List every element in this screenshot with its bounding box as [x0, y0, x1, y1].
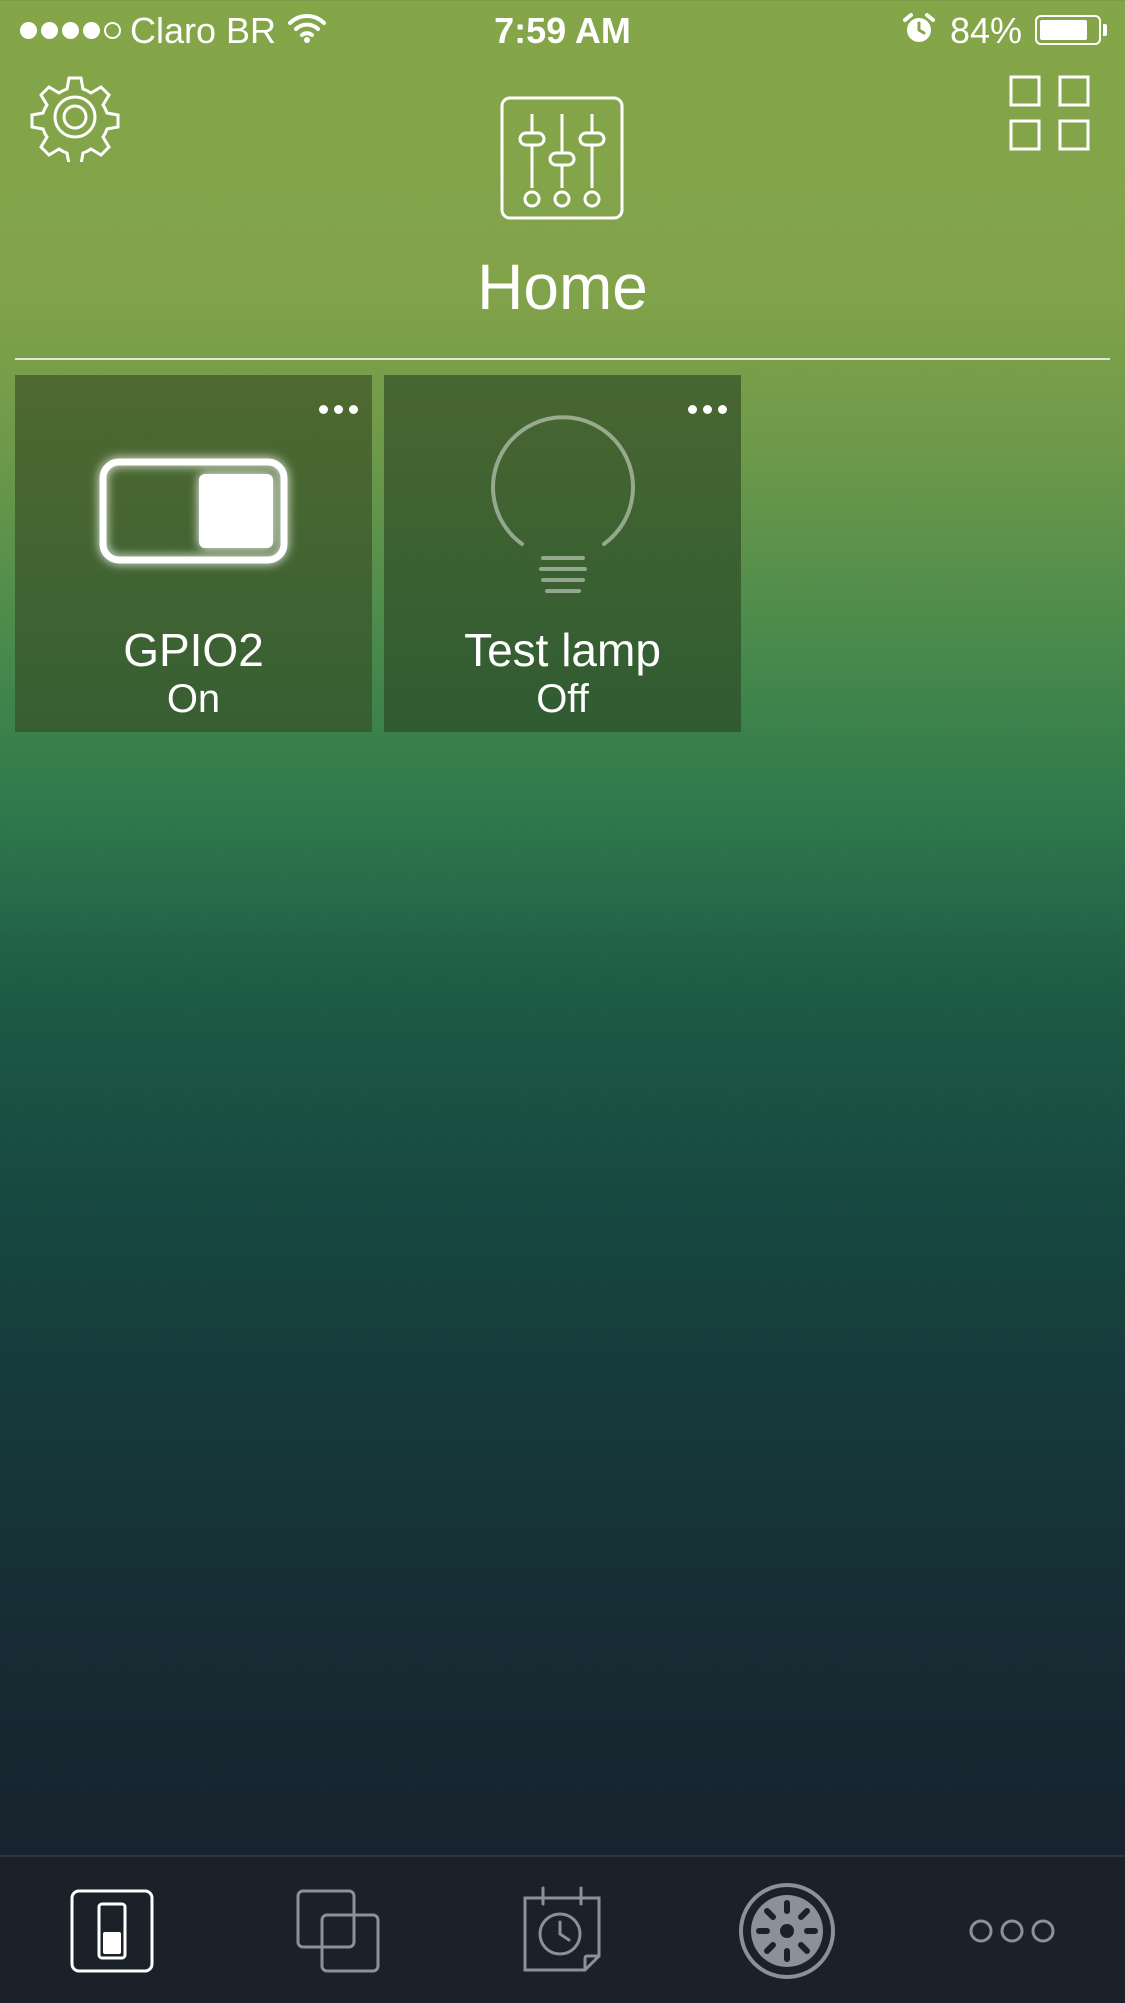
schedule-icon — [523, 1886, 601, 1972]
battery-fill — [1040, 20, 1088, 40]
tab-groups[interactable] — [288, 1881, 388, 1981]
wheel-icon — [739, 1883, 835, 1979]
tile-name: Test lamp — [464, 624, 661, 676]
battery-percentage: 84% — [950, 10, 1023, 51]
tile-state: Off — [536, 677, 589, 721]
gear-icon[interactable] — [30, 72, 120, 162]
light-bulb-icon — [491, 415, 635, 593]
tab-wheel[interactable] — [737, 1881, 837, 1981]
tab-bar — [0, 1855, 1125, 2003]
groups-icon — [296, 1889, 380, 1973]
alarm-clock-icon — [903, 13, 935, 42]
more-icon — [969, 1919, 1055, 1943]
tile-name: GPIO2 — [123, 624, 264, 676]
tile-state: On — [166, 677, 221, 721]
status-bar: Claro BR 7:59 AM 84% — [0, 0, 1125, 60]
tab-devices[interactable] — [62, 1881, 162, 1981]
tab-more[interactable] — [962, 1881, 1062, 1981]
grid-view-icon[interactable] — [1008, 74, 1092, 152]
header-divider — [15, 358, 1110, 360]
page-title: Home — [477, 251, 648, 323]
toggle-switch-icon — [99, 458, 288, 564]
device-tile-gpio2[interactable]: GPIO2 On — [15, 375, 372, 732]
battery-tip — [1103, 24, 1107, 36]
mixer-sliders-icon — [500, 96, 624, 220]
tab-schedules[interactable] — [512, 1881, 612, 1981]
battery-icon — [1035, 15, 1101, 45]
switch-device-icon — [70, 1889, 154, 1973]
device-tile-test-lamp[interactable]: Test lamp Off — [384, 375, 741, 732]
